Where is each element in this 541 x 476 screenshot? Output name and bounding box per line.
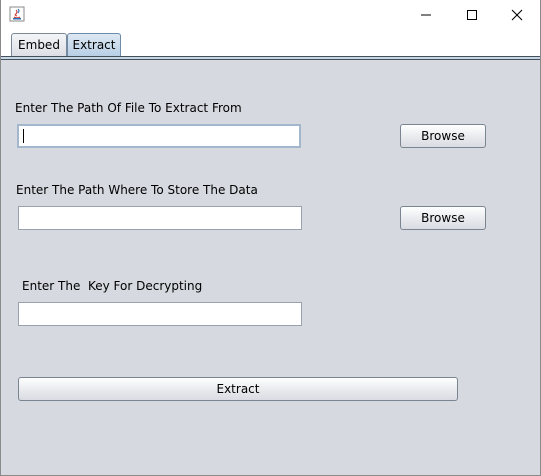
source-browse-label: Browse [421,129,465,143]
key-field[interactable] [18,302,302,326]
maximize-icon [467,10,477,20]
app-window: Embed Extract Enter The Path Of File To … [0,0,541,476]
dest-path-field[interactable] [18,206,302,230]
extract-button-label: Extract [216,382,260,396]
tab-extract-label: Extract [72,38,116,52]
source-path-label: Enter The Path Of File To Extract From [15,101,242,115]
close-button[interactable] [494,0,540,30]
dest-browse-button[interactable]: Browse [400,206,486,230]
dest-browse-label: Browse [421,211,465,225]
extract-button[interactable]: Extract [18,377,458,401]
minimize-button[interactable] [403,0,449,30]
source-path-field[interactable] [17,124,301,148]
minimize-icon [421,14,431,16]
close-icon [511,9,523,21]
text-caret [23,129,24,143]
tab-embed[interactable]: Embed [11,33,67,56]
java-icon [9,6,25,22]
tab-embed-label: Embed [18,38,60,52]
tab-content-border [1,56,540,60]
key-label: Enter The Key For Decrypting [22,279,203,293]
maximize-button[interactable] [449,0,495,30]
source-browse-button[interactable]: Browse [400,124,486,148]
tab-strip: Embed Extract [1,30,540,60]
tab-extract[interactable]: Extract [67,33,121,56]
title-bar [1,0,540,30]
dest-path-label: Enter The Path Where To Store The Data [16,183,258,197]
